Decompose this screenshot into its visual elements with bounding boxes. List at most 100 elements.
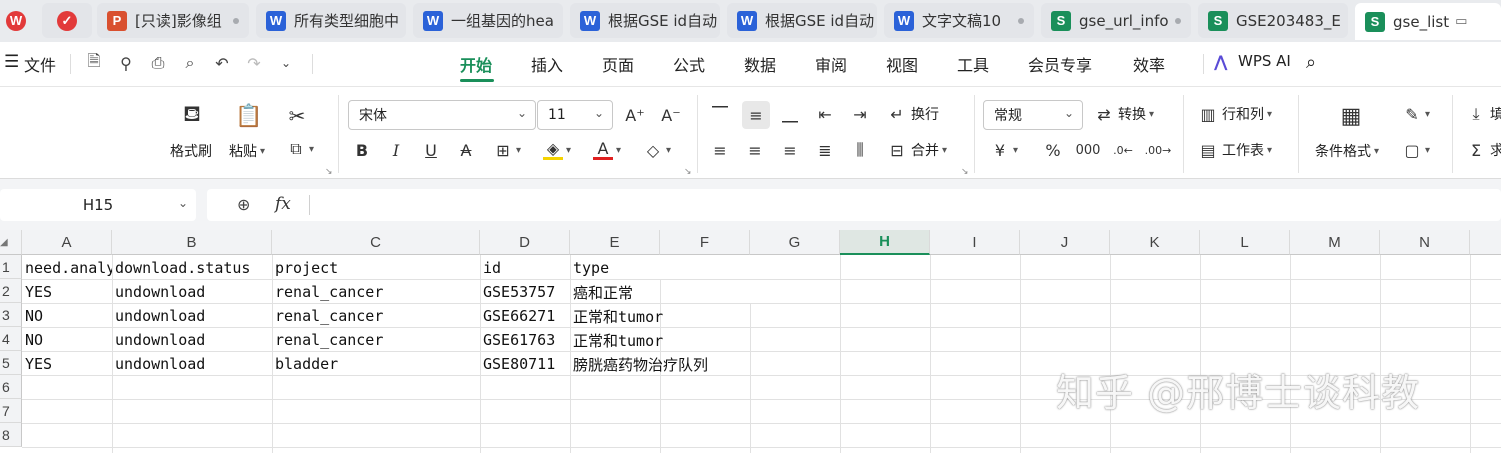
row-header[interactable]: 7: [0, 399, 22, 423]
menu-tab-home[interactable]: 开始: [460, 52, 492, 76]
column-header[interactable]: [1470, 230, 1501, 255]
tab-5[interactable]: W 根据GSE id自动: [727, 3, 877, 38]
spreadsheet-grid[interactable]: ◢ A B C D E F G H I J K L M N 1 2 3 4 5 …: [0, 230, 1501, 453]
cell-E1[interactable]: type: [570, 256, 660, 280]
monitor-icon[interactable]: ▭: [1455, 14, 1467, 29]
tab-active[interactable]: S gse_list ▭: [1355, 3, 1501, 40]
percent-icon[interactable]: %: [1043, 140, 1063, 160]
row-header[interactable]: 6: [0, 375, 22, 399]
share-icon[interactable]: ⚲: [116, 53, 136, 73]
wps-home-tab[interactable]: W: [0, 3, 36, 38]
undo-icon[interactable]: ↶: [212, 53, 232, 73]
thousands-icon[interactable]: 000: [1076, 140, 1101, 160]
paste-button[interactable]: 粘贴 ▾: [229, 141, 265, 161]
italic-icon[interactable]: I: [386, 140, 406, 160]
cell-D2[interactable]: GSE53757: [480, 280, 570, 304]
menu-tab-view[interactable]: 视图: [886, 52, 918, 76]
redo-icon[interactable]: ↷: [244, 53, 264, 73]
column-header[interactable]: G: [750, 230, 840, 255]
name-box[interactable]: H15 ⌄: [0, 189, 196, 221]
cell-C3[interactable]: renal_cancer: [272, 304, 480, 328]
menu-tab-formula[interactable]: 公式: [673, 52, 705, 76]
column-header[interactable]: I: [930, 230, 1020, 255]
search-icon[interactable]: ⌕: [1306, 52, 1316, 73]
increase-decimal-icon[interactable]: .0←: [1113, 140, 1133, 160]
cell-E5[interactable]: 膀胱癌药物治疗队列: [570, 352, 750, 376]
formula-input[interactable]: ⊕ fx: [207, 189, 1501, 221]
decrease-font-icon[interactable]: A⁻: [661, 105, 681, 125]
wrap-text-button[interactable]: ↵ 换行: [887, 104, 939, 124]
column-header[interactable]: L: [1200, 230, 1290, 255]
wps-ai-icon[interactable]: ⋀: [1214, 52, 1227, 71]
group-expand-icon[interactable]: ↘: [684, 167, 692, 177]
cell-E3[interactable]: 正常和tumor: [570, 304, 750, 328]
align-left-icon[interactable]: ≡: [710, 140, 730, 160]
cell-E4[interactable]: 正常和tumor: [570, 328, 750, 352]
row-header[interactable]: 2: [0, 279, 22, 303]
align-top-icon[interactable]: ⎺: [710, 104, 730, 124]
conditional-format-button[interactable]: 条件格式 ▾: [1315, 141, 1379, 161]
align-middle-icon[interactable]: ≡: [742, 101, 770, 129]
cut-icon[interactable]: ✂: [282, 101, 312, 131]
font-name-select[interactable]: 宋体 ⌄: [348, 100, 536, 130]
fill-color-button[interactable]: ◈ ▾: [543, 139, 571, 160]
cell-C4[interactable]: renal_cancer: [272, 328, 480, 352]
font-size-select[interactable]: 11 ⌄: [537, 100, 613, 130]
cell-B3[interactable]: undownload: [112, 304, 272, 328]
save-icon[interactable]: 🗎: [84, 51, 104, 73]
print-preview-icon[interactable]: ⌕: [180, 53, 200, 73]
row-header[interactable]: 8: [0, 423, 22, 447]
cell-D1[interactable]: id: [480, 256, 570, 280]
fx-icon[interactable]: fx: [275, 194, 291, 214]
tab-close-dot[interactable]: [233, 18, 239, 24]
hamburger-icon[interactable]: ☰: [4, 52, 19, 72]
sum-button[interactable]: Σ求: [1466, 140, 1501, 160]
tab-8[interactable]: S GSE203483_ED: [1198, 3, 1348, 38]
tab-6[interactable]: W 文字文稿10: [884, 3, 1034, 38]
column-header[interactable]: C: [272, 230, 480, 255]
number-format-select[interactable]: 常规 ⌄: [983, 100, 1083, 130]
clear-button[interactable]: ◇ ▾: [643, 140, 671, 160]
table-style-button[interactable]: ▢ ▾: [1402, 140, 1430, 160]
chevron-down-icon[interactable]: ⌄: [276, 53, 296, 73]
align-right-icon[interactable]: ≡: [780, 140, 800, 160]
cell-A3[interactable]: NO: [22, 304, 112, 328]
column-header[interactable]: J: [1020, 230, 1110, 255]
cell-B1[interactable]: download.status: [112, 256, 272, 280]
column-header-selected[interactable]: H: [840, 230, 930, 255]
cell-A5[interactable]: YES: [22, 352, 112, 376]
bold-icon[interactable]: B: [352, 140, 372, 160]
cell-C1[interactable]: project: [272, 256, 480, 280]
zoom-icon[interactable]: ⊕: [237, 195, 250, 214]
distributed-icon[interactable]: ⫼: [850, 140, 870, 160]
menu-tab-member[interactable]: 会员专享: [1028, 52, 1092, 76]
tab-3[interactable]: W 一组基因的hea: [413, 3, 563, 38]
cell-style-button[interactable]: ✎ ▾: [1402, 104, 1430, 124]
column-header[interactable]: A: [22, 230, 112, 255]
underline-icon[interactable]: U: [421, 140, 441, 160]
cell-A4[interactable]: NO: [22, 328, 112, 352]
row-header[interactable]: 1: [0, 255, 22, 279]
cell-A2[interactable]: YES: [22, 280, 112, 304]
wps-ai-button[interactable]: WPS AI: [1238, 52, 1291, 70]
row-header[interactable]: 3: [0, 303, 22, 327]
justify-icon[interactable]: ≣: [815, 140, 835, 160]
group-expand-icon[interactable]: ↘: [325, 167, 333, 177]
column-header[interactable]: E: [570, 230, 660, 255]
cell-E2[interactable]: 癌和正常: [570, 280, 660, 304]
paste-icon[interactable]: 📋: [234, 101, 264, 131]
cell-A1[interactable]: need.analysis: [22, 256, 112, 280]
format-painter-icon[interactable]: ⛾: [177, 101, 207, 131]
column-header[interactable]: K: [1110, 230, 1200, 255]
worksheet-button[interactable]: ▤ 工作表 ▾: [1198, 140, 1272, 160]
menu-tab-review[interactable]: 审阅: [815, 52, 847, 76]
increase-font-icon[interactable]: A⁺: [625, 105, 645, 125]
tab-close-dot[interactable]: [1018, 18, 1024, 24]
tab-7[interactable]: S gse_url_info: [1041, 3, 1191, 38]
align-bottom-icon[interactable]: ⎽: [780, 104, 800, 124]
menu-tab-efficiency[interactable]: 效率: [1133, 52, 1165, 76]
indent-decrease-icon[interactable]: ⇤: [815, 104, 835, 124]
cell-D3[interactable]: GSE66271: [480, 304, 570, 328]
column-header[interactable]: N: [1380, 230, 1470, 255]
tab-2[interactable]: W 所有类型细胞中: [256, 3, 406, 38]
